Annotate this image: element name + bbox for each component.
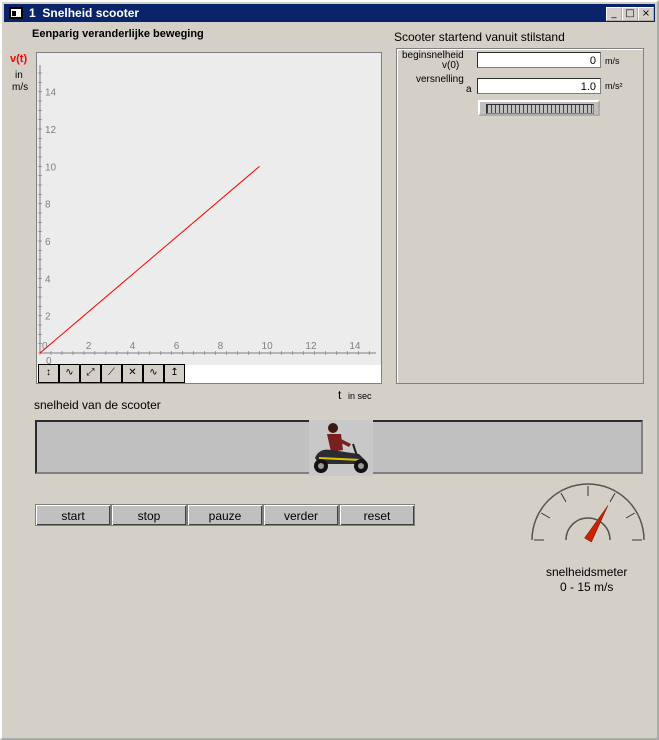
gauge-tick [560,492,567,503]
y-tick-label: 14 [45,88,57,99]
x-tick-label: 4 [130,341,136,352]
y-axis-symbol: v(t) [10,53,28,65]
speedometer-needle [584,505,609,543]
y-tick-label: 12 [45,125,57,136]
x-axis-unit: in sec [348,391,372,401]
smooth-tool-icon[interactable]: ∿ [143,364,164,383]
select-tool-icon[interactable]: ↕ [38,364,59,383]
parameter-panel [396,48,644,384]
app-window: 1 Snelheid scooter _ □ × Eenparig verand… [0,0,659,740]
x-tick-label: 6 [174,341,180,352]
close-button[interactable]: × [638,7,654,21]
y-tick-label: 10 [45,162,57,173]
x-tick-label: 12 [305,341,317,352]
x-tick-label: 10 [262,341,274,352]
stop-button[interactable]: stop [111,504,187,526]
speedometer-range: 0 - 15 m/s [560,580,614,594]
y-axis-unit: m/s [12,82,29,93]
speedometer-label: snelheidsmeter [546,565,628,579]
animation-label: snelheid van de scooter [34,398,161,412]
velocity-plot: 0 2 4 6 8 10 12 1424681012140 [37,53,381,365]
acceleration-slider[interactable] [478,100,600,116]
velocity-graph[interactable]: 0 2 4 6 8 10 12 14 2 4 6 8 10 12 14 0 ↕ ∿ ⤢ ⟋ ✕ ∿ ↥ [36,52,382,384]
x-tick-label: 14 [349,341,361,352]
a-unit: m/s² [605,81,623,91]
verder-button[interactable]: verder [263,504,339,526]
start-button[interactable]: start [35,504,111,526]
v0-unit: m/s [605,56,620,66]
x-tick-label: 8 [218,341,224,352]
speedometer-gauge [531,483,645,543]
panel-heading: Scooter startend vanuit stilstand [394,30,565,44]
x-axis-symbol: t [338,388,342,402]
crosshair-tool-icon[interactable]: ✕ [122,364,143,383]
graph-heading: Eenparig veranderlijke beweging [32,28,204,40]
graph-toolbar: ↕ ∿ ⤢ ⟋ ✕ ∿ ↥ [38,364,185,384]
a-label: versnelling [416,74,464,85]
y-tick-label: 4 [45,274,51,285]
y-tick-label: 8 [45,200,51,211]
gauge-tick [625,512,636,519]
gauge-tick [540,512,551,519]
y-tick-label: 6 [45,237,51,248]
v0-symbol: v(0) [442,60,460,71]
maximize-button[interactable]: □ [622,7,638,21]
title-bar[interactable]: 1 Snelheid scooter _ □ × [4,4,655,22]
window-title: 1 Snelheid scooter [29,6,140,20]
animation-area [35,420,643,476]
a-input[interactable]: 1.0 [477,78,601,94]
gauge-tick [609,492,616,503]
reset-button[interactable]: reset [339,504,415,526]
app-icon [9,7,23,19]
pauze-button[interactable]: pauze [187,504,263,526]
client-area: Eenparig veranderlijke beweging v(t) in … [6,24,657,738]
y-axis-unit-in: in [15,70,23,81]
y-tick-label: 2 [45,312,51,323]
scooter-rider-icon [309,420,373,476]
a-symbol: a [466,84,472,95]
slider-track[interactable] [486,104,594,114]
x-tick-label: 2 [86,341,92,352]
v0-input[interactable]: 0 [477,52,601,68]
axes-tool-icon[interactable]: ↥ [164,364,185,383]
zoom-tool-icon[interactable]: ∿ [59,364,80,383]
trace-tool-icon[interactable]: ⟋ [101,364,122,383]
fit-tool-icon[interactable]: ⤢ [80,364,101,383]
minimize-button[interactable]: _ [606,7,622,21]
